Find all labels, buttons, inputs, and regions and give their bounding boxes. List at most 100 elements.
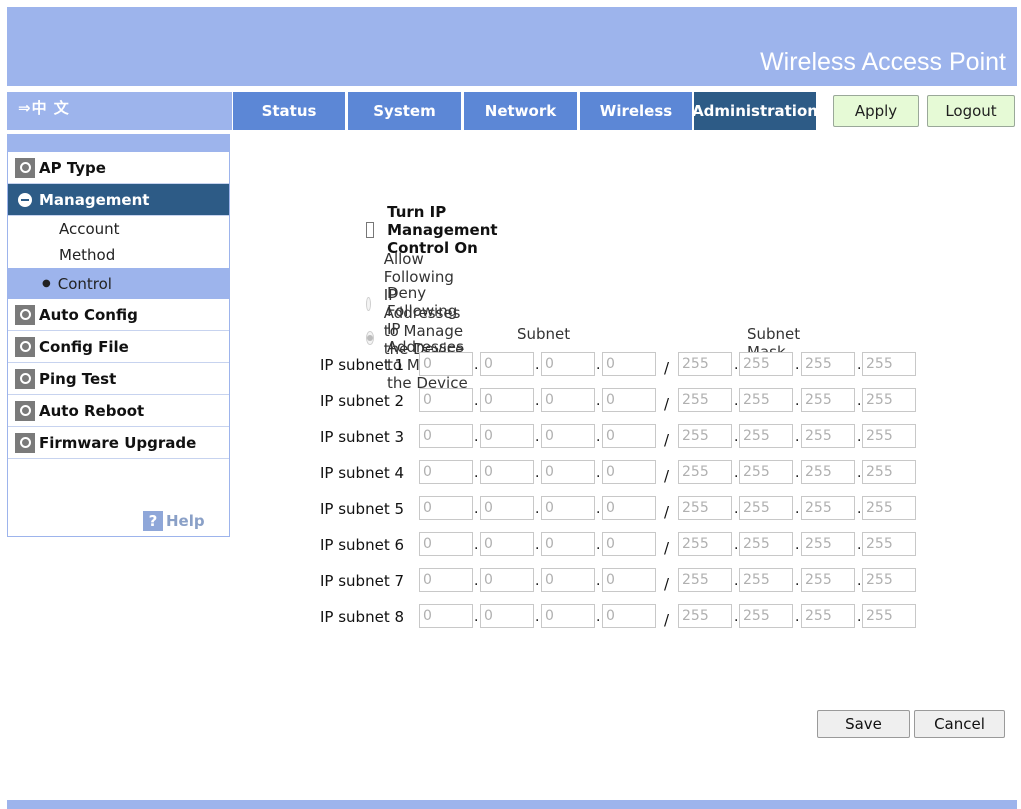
mask-octet-input[interactable]: 255 xyxy=(678,568,732,592)
sidebar-item-ap-type[interactable]: AP Type xyxy=(8,152,229,184)
tab-status[interactable]: Status xyxy=(233,92,345,130)
sidebar-item-firmware-upgrade[interactable]: Firmware Upgrade xyxy=(8,427,229,459)
mask-octet-input[interactable]: 255 xyxy=(739,424,793,448)
mask-octet-input[interactable]: 255 xyxy=(739,532,793,556)
subnet-octet-input[interactable]: 0 xyxy=(419,424,473,448)
subnet-octet-input[interactable]: 0 xyxy=(602,532,656,556)
mask-octet-input[interactable]: 255 xyxy=(678,460,732,484)
subnet-octet-input[interactable]: 0 xyxy=(480,532,534,556)
mask-octet-input[interactable]: 255 xyxy=(678,424,732,448)
ip-subnet-label: IP subnet 8 xyxy=(320,608,405,626)
sidebar-subitem-control[interactable]: ● Control xyxy=(8,268,229,299)
sidebar-subitem-method[interactable]: Method xyxy=(8,242,229,268)
mask-octet-input[interactable]: 255 xyxy=(678,496,732,520)
mask-octet-input[interactable]: 255 xyxy=(678,388,732,412)
save-button[interactable]: Save xyxy=(817,710,910,738)
mask-octet-input[interactable]: 255 xyxy=(739,568,793,592)
octet-separator: . xyxy=(857,501,862,517)
mask-octet-input[interactable]: 255 xyxy=(862,568,916,592)
subnet-octet-input[interactable]: 0 xyxy=(419,460,473,484)
tab-administration[interactable]: Administration xyxy=(692,92,818,130)
mask-octet-input[interactable]: 255 xyxy=(801,532,855,556)
mask-octet-input[interactable]: 255 xyxy=(678,604,732,628)
tab-wireless[interactable]: Wireless xyxy=(580,92,692,130)
mask-octet-input[interactable]: 255 xyxy=(862,604,916,628)
subnet-octet-input[interactable]: 0 xyxy=(419,532,473,556)
mask-octet-input[interactable]: 255 xyxy=(862,388,916,412)
subnet-octet-input[interactable]: 0 xyxy=(541,496,595,520)
mask-octet-input[interactable]: 255 xyxy=(862,352,916,376)
subnet-octet-input[interactable]: 0 xyxy=(419,352,473,376)
mask-octet-input[interactable]: 255 xyxy=(739,460,793,484)
subnet-octet-input[interactable]: 0 xyxy=(541,388,595,412)
subnet-octet-input[interactable]: 0 xyxy=(602,568,656,592)
mask-octet-input[interactable]: 255 xyxy=(739,496,793,520)
logout-button[interactable]: Logout xyxy=(927,95,1015,127)
mask-octet-input[interactable]: 255 xyxy=(678,532,732,556)
subnet-octet-input[interactable]: 0 xyxy=(480,496,534,520)
mask-octet-input[interactable]: 255 xyxy=(862,496,916,520)
mask-octet-input[interactable]: 255 xyxy=(862,460,916,484)
mask-octet-input[interactable]: 255 xyxy=(801,604,855,628)
deny-radio[interactable] xyxy=(366,331,374,345)
language-switch-link[interactable]: ⇒中 文 xyxy=(18,97,70,118)
mask-octet-input[interactable]: 255 xyxy=(801,460,855,484)
sidebar-item-label: Auto Config xyxy=(39,305,138,324)
octet-separator: . xyxy=(734,357,739,373)
mask-octet-input[interactable]: 255 xyxy=(801,496,855,520)
apply-button[interactable]: Apply xyxy=(833,95,919,127)
subnet-octet-input[interactable]: 0 xyxy=(480,388,534,412)
circle-icon xyxy=(15,400,35,421)
sidebar-top-strip xyxy=(8,134,229,152)
mask-octet-input[interactable]: 255 xyxy=(801,568,855,592)
mask-octet-input[interactable]: 255 xyxy=(862,424,916,448)
tab-network[interactable]: Network xyxy=(464,92,577,130)
mask-octet-input[interactable]: 255 xyxy=(862,532,916,556)
cancel-button[interactable]: Cancel xyxy=(914,710,1005,738)
subnet-octet-input[interactable]: 0 xyxy=(541,352,595,376)
mask-octet-input[interactable]: 255 xyxy=(739,352,793,376)
subnet-octet-input[interactable]: 0 xyxy=(602,388,656,412)
mask-octet-input[interactable]: 255 xyxy=(739,388,793,412)
subnet-octet-input[interactable]: 0 xyxy=(541,568,595,592)
subnet-octet-input[interactable]: 0 xyxy=(602,460,656,484)
subnet-octet-input[interactable]: 0 xyxy=(419,604,473,628)
octet-separator: . xyxy=(795,393,800,409)
subnet-octet-input[interactable]: 0 xyxy=(541,604,595,628)
sidebar-item-config-file[interactable]: Config File xyxy=(8,331,229,363)
subnet-octet-input[interactable]: 0 xyxy=(480,424,534,448)
octet-separator: . xyxy=(795,537,800,553)
sidebar-item-auto-reboot[interactable]: Auto Reboot xyxy=(8,395,229,427)
sidebar-item-management[interactable]: Management xyxy=(8,184,229,216)
subnet-column-header: Subnet xyxy=(517,325,571,343)
ip-control-toggle-row: Turn IP Management Control On xyxy=(366,203,505,257)
mask-octet-input[interactable]: 255 xyxy=(801,388,855,412)
subnet-mask-separator: / xyxy=(664,611,670,629)
subnet-octet-input[interactable]: 0 xyxy=(602,604,656,628)
subnet-mask-separator: / xyxy=(664,359,670,377)
subnet-octet-input[interactable]: 0 xyxy=(480,604,534,628)
subnet-octet-input[interactable]: 0 xyxy=(602,424,656,448)
subnet-octet-input[interactable]: 0 xyxy=(480,568,534,592)
subnet-octet-input[interactable]: 0 xyxy=(480,460,534,484)
subnet-octet-input[interactable]: 0 xyxy=(602,496,656,520)
sidebar-item-ping-test[interactable]: Ping Test xyxy=(8,363,229,395)
subnet-octet-input[interactable]: 0 xyxy=(541,532,595,556)
subnet-octet-input[interactable]: 0 xyxy=(541,424,595,448)
mask-octet-input[interactable]: 255 xyxy=(678,352,732,376)
mask-octet-input[interactable]: 255 xyxy=(739,604,793,628)
ip-control-checkbox[interactable] xyxy=(366,222,375,238)
tab-system[interactable]: System xyxy=(348,92,461,130)
sidebar-item-auto-config[interactable]: Auto Config xyxy=(8,299,229,331)
subnet-octet-input[interactable]: 0 xyxy=(419,496,473,520)
subnet-octet-input[interactable]: 0 xyxy=(480,352,534,376)
sidebar-subitem-account[interactable]: Account xyxy=(8,216,229,242)
subnet-octet-input[interactable]: 0 xyxy=(541,460,595,484)
octet-separator: . xyxy=(857,393,862,409)
mask-octet-input[interactable]: 255 xyxy=(801,352,855,376)
subnet-octet-input[interactable]: 0 xyxy=(602,352,656,376)
mask-octet-input[interactable]: 255 xyxy=(801,424,855,448)
subnet-octet-input[interactable]: 0 xyxy=(419,568,473,592)
subnet-octet-input[interactable]: 0 xyxy=(419,388,473,412)
help-link[interactable]: ? Help xyxy=(143,511,205,531)
